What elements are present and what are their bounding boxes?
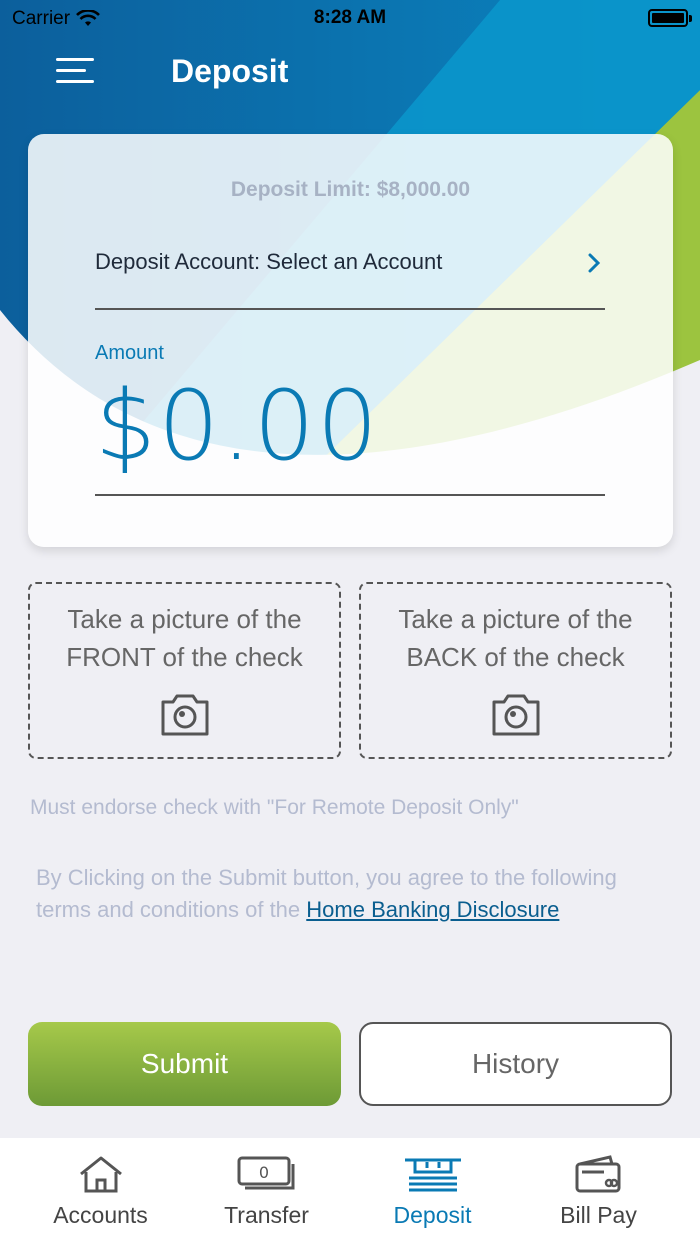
capture-front-line2: FRONT of the check <box>66 642 303 672</box>
deposit-card: Deposit Limit: $8,000.00 Deposit Account… <box>28 134 673 547</box>
amount-input[interactable]: $0.00 <box>95 366 605 496</box>
capture-back-button[interactable]: Take a picture of the BACK of the check <box>359 582 672 759</box>
tab-transfer-label: Transfer <box>224 1202 309 1228</box>
status-bar: Carrier 8:28 AM <box>0 0 700 36</box>
deposit-icon <box>404 1158 461 1192</box>
status-time: 8:28 AM <box>313 7 387 28</box>
deposit-account-label: Deposit Account: Select an Account <box>95 249 443 274</box>
chevron-right-icon <box>588 253 601 273</box>
page-title: Deposit <box>171 53 289 89</box>
history-button[interactable]: History <box>359 1022 672 1106</box>
amount-value: $0.00 <box>95 370 380 482</box>
hamburger-menu-icon[interactable] <box>56 56 96 86</box>
capture-front-line1: Take a picture of the <box>67 604 302 634</box>
tab-deposit-label: Deposit <box>393 1202 472 1228</box>
home-banking-disclosure-link[interactable]: Home Banking Disclosure <box>306 897 559 922</box>
tab-bar: Accounts 0 Transfer Deposit Bill Pay <box>0 1138 700 1244</box>
tab-deposit[interactable]: Deposit <box>345 1138 520 1244</box>
tab-bill-pay-label: Bill Pay <box>560 1202 637 1228</box>
deposit-limit: Deposit Limit: $8,000.00 <box>230 178 471 201</box>
capture-back-text: Take a picture of the BACK of the check <box>361 600 670 676</box>
tab-bill-pay[interactable]: Bill Pay <box>511 1138 686 1244</box>
battery-icon <box>648 9 692 27</box>
terms-text: By Clicking on the Submit button, you ag… <box>36 862 636 926</box>
tab-accounts-label: Accounts <box>53 1202 148 1228</box>
tab-transfer[interactable]: 0 Transfer <box>179 1138 354 1244</box>
money-icon: 0 <box>237 1156 294 1190</box>
amount-label: Amount <box>95 342 164 364</box>
capture-front-text: Take a picture of the FRONT of the check <box>30 600 339 676</box>
house-icon <box>79 1156 122 1193</box>
wallet-icon <box>575 1155 620 1193</box>
capture-back-line2: BACK of the check <box>406 642 625 672</box>
capture-front-button[interactable]: Take a picture of the FRONT of the check <box>28 582 341 759</box>
capture-back-line1: Take a picture of the <box>398 604 633 634</box>
camera-icon <box>492 694 539 736</box>
camera-icon <box>161 694 208 736</box>
submit-button[interactable]: Submit <box>28 1022 341 1106</box>
endorse-note: Must endorse check with "For Remote Depo… <box>30 796 519 819</box>
tab-accounts[interactable]: Accounts <box>13 1138 188 1244</box>
deposit-account-selector[interactable]: Deposit Account: Select an Account <box>95 244 605 310</box>
svg-text:0: 0 <box>258 1163 268 1182</box>
